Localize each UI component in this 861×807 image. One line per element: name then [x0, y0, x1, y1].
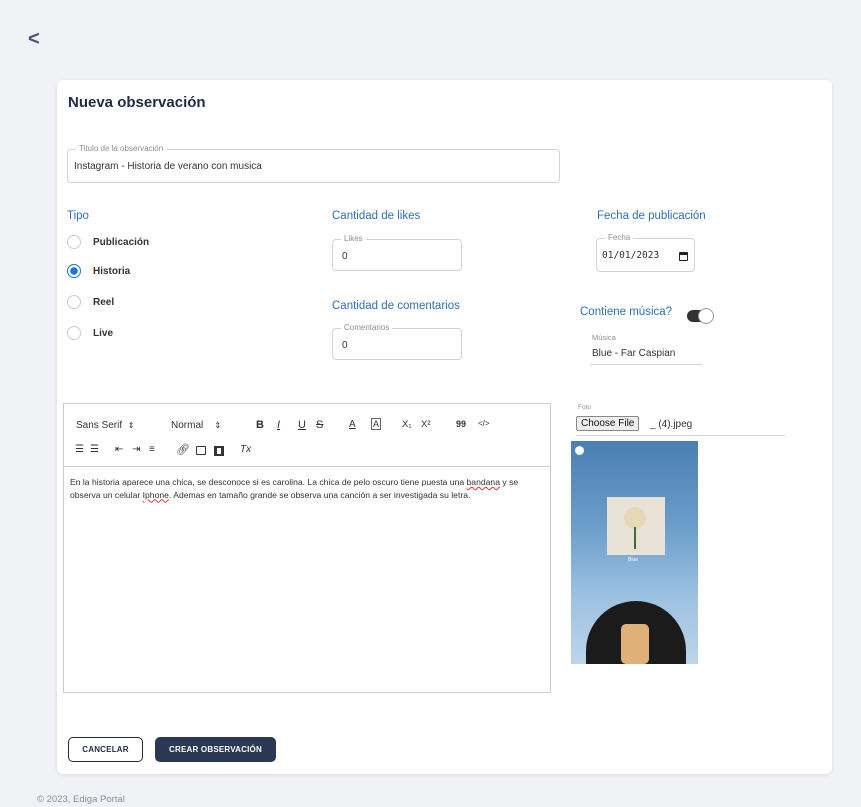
- editor-toolbar: Sans Serif ⇕ Normal ⇕ B I U S A A X₁ X² …: [64, 404, 550, 467]
- chevron-updown-icon: ⇕: [127, 421, 135, 430]
- font-picker[interactable]: Sans Serif ⇕: [76, 420, 134, 431]
- likes-section-label: Cantidad de likes: [332, 210, 421, 222]
- musica-field[interactable]: Música Blue - Far Caspian: [590, 330, 702, 365]
- italic-button[interactable]: I: [277, 419, 280, 431]
- file-name: _ (4).jpeg: [650, 419, 693, 430]
- page-title: Nueva observación: [68, 94, 206, 111]
- musica-value: Blue - Far Caspian: [592, 348, 676, 359]
- radio-circle[interactable]: [67, 326, 81, 340]
- editor-text: . Ademas en tamaño grande se observa una…: [168, 489, 471, 500]
- toggle-knob: [698, 308, 714, 324]
- code-block-button[interactable]: </>: [478, 419, 490, 428]
- size-picker-label: Normal: [171, 420, 204, 431]
- foto-label: Foto: [578, 404, 592, 411]
- tipo-label: Tipo: [67, 210, 89, 222]
- titulo-legend: Titulo de la observación: [76, 144, 167, 153]
- titulo-value: Instagram - Historia de verano con music…: [74, 161, 262, 172]
- radio-publicacion[interactable]: Publicación: [67, 235, 149, 249]
- link-icon[interactable]: 🔗︎: [176, 443, 190, 456]
- underline-button[interactable]: U: [298, 419, 306, 431]
- likes-legend: Likes: [341, 234, 366, 243]
- comentarios-value: 0: [342, 340, 348, 351]
- image-icon[interactable]: [196, 446, 206, 455]
- story-preview-image: Blue: [571, 441, 698, 664]
- cancel-button[interactable]: CANCELAR: [68, 737, 143, 762]
- fecha-value: 01/01/2023: [602, 250, 660, 261]
- bold-button[interactable]: B: [256, 419, 264, 431]
- musica-toggle-label: Contiene música?: [580, 306, 673, 318]
- superscript-button[interactable]: X²: [421, 419, 431, 430]
- phone-image: [621, 624, 649, 664]
- size-picker[interactable]: Normal ⇕: [171, 420, 221, 431]
- likes-value: 0: [342, 251, 348, 262]
- fecha-field[interactable]: Fecha 01/01/2023: [596, 233, 695, 272]
- bullet-list-icon[interactable]: ☰: [90, 444, 99, 455]
- radio-reel[interactable]: Reel: [67, 295, 114, 309]
- titulo-field[interactable]: Titulo de la observación Instagram - His…: [67, 144, 560, 183]
- strike-button[interactable]: S: [316, 419, 323, 431]
- story-avatar: [575, 446, 584, 455]
- chevron-updown-icon: ⇕: [214, 421, 222, 430]
- editor-text: En la historia aparece una chica, se des…: [70, 477, 467, 487]
- musica-toggle[interactable]: [687, 308, 714, 324]
- editor-content[interactable]: En la historia aparece una chica, se des…: [70, 476, 546, 501]
- radio-circle[interactable]: [67, 235, 81, 249]
- outdent-icon[interactable]: ⇤: [115, 444, 123, 455]
- font-picker-label: Sans Serif: [76, 420, 123, 431]
- calendar-icon[interactable]: [679, 252, 688, 261]
- create-observation-button[interactable]: CREAR OBSERVACIÓN: [155, 737, 276, 762]
- radio-label: Publicación: [93, 236, 150, 248]
- indent-icon[interactable]: ⇥: [132, 444, 140, 455]
- clear-format-button[interactable]: Tx: [240, 444, 251, 455]
- fecha-legend: Fecha: [605, 233, 634, 242]
- musica-legend: Música: [592, 333, 616, 342]
- radio-live[interactable]: Live: [67, 326, 113, 340]
- blockquote-button[interactable]: 99: [456, 419, 466, 429]
- radio-circle-checked[interactable]: [67, 264, 81, 278]
- radio-label: Live: [93, 327, 114, 339]
- align-icon[interactable]: ≡: [149, 444, 155, 455]
- footer-copyright: © 2023, Ediga Portal: [37, 794, 125, 805]
- radio-label: Historia: [93, 265, 131, 277]
- comentarios-field[interactable]: Comentarios 0: [332, 323, 462, 360]
- flower-stem: [634, 527, 636, 549]
- music-sticker: [607, 497, 665, 555]
- description-editor[interactable]: Sans Serif ⇕ Normal ⇕ B I U S A A X₁ X² …: [63, 403, 551, 693]
- choose-file-button[interactable]: Choose File: [576, 416, 640, 431]
- editor-text: bandana: [466, 477, 500, 487]
- likes-field[interactable]: Likes 0: [332, 234, 462, 271]
- video-icon[interactable]: [214, 446, 224, 456]
- radio-historia[interactable]: Historia: [67, 264, 130, 278]
- radio-label: Reel: [93, 296, 115, 308]
- editor-text: Iphone: [142, 489, 169, 500]
- back-button[interactable]: <: [28, 28, 40, 51]
- background-color-button[interactable]: A: [371, 418, 382, 430]
- subscript-button[interactable]: X₁: [402, 419, 412, 430]
- comentarios-section-label: Cantidad de comentarios: [332, 300, 460, 312]
- fecha-section-label: Fecha de publicación: [597, 210, 706, 222]
- text-color-button[interactable]: A: [349, 419, 356, 430]
- story-song-text: Blue: [628, 557, 639, 563]
- flower-image: [624, 507, 646, 529]
- form-card: Nueva observación Titulo de la observaci…: [57, 80, 832, 774]
- radio-circle[interactable]: [67, 295, 81, 309]
- comentarios-legend: Comentarios: [341, 323, 393, 332]
- ordered-list-icon[interactable]: ☰: [75, 444, 84, 455]
